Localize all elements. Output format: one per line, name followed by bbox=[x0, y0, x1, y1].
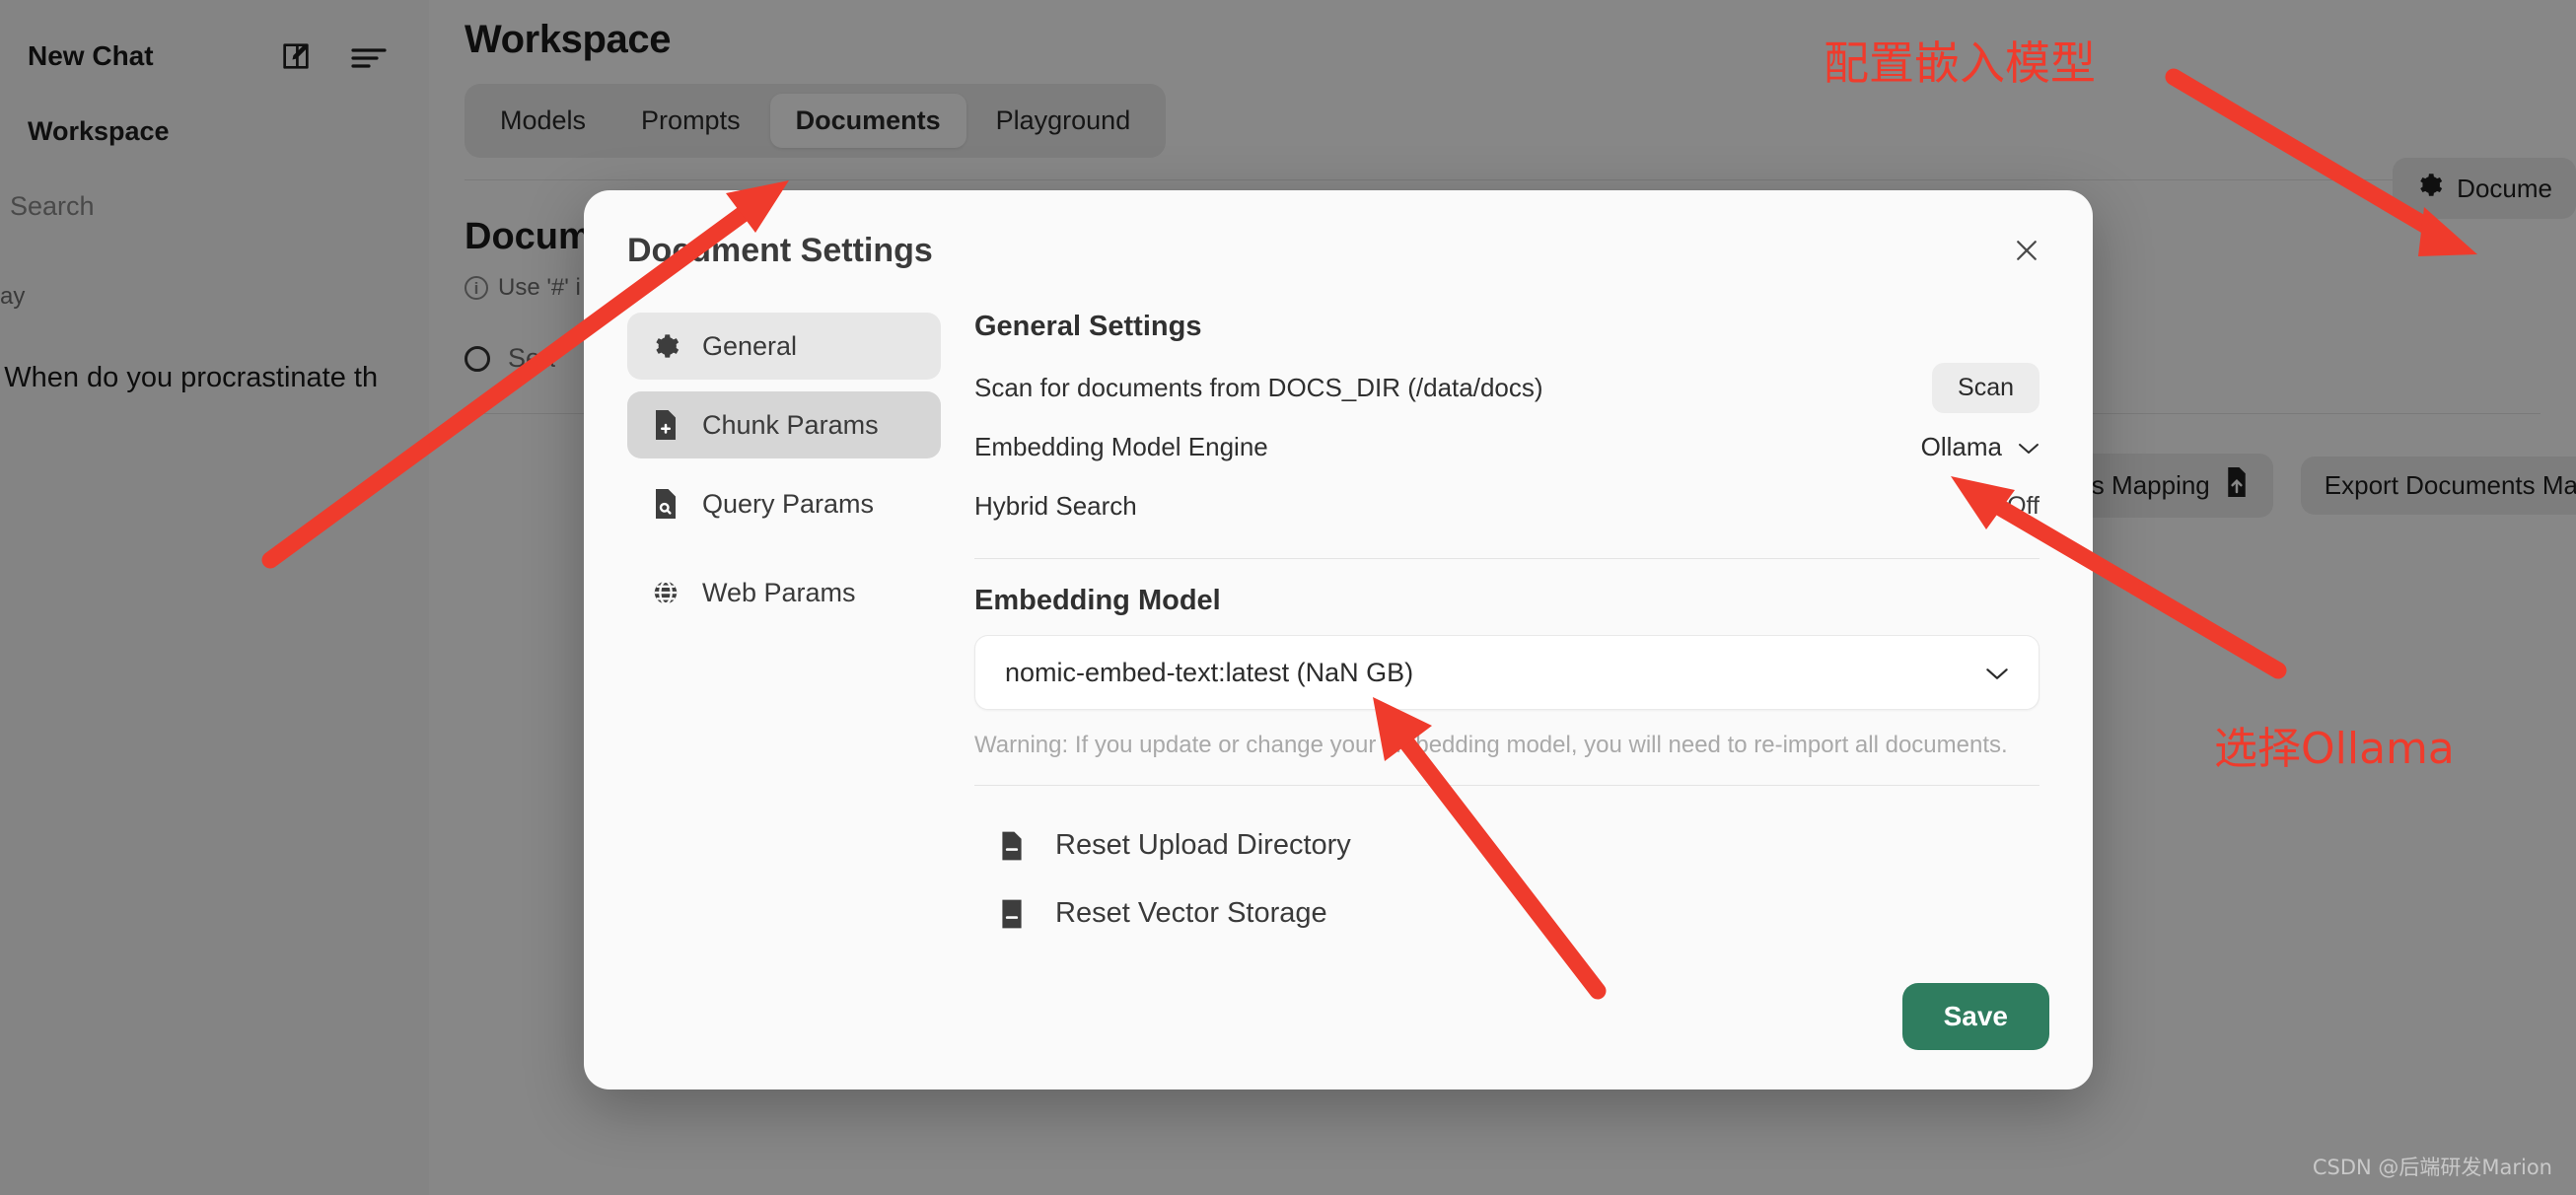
embedding-engine-label: Embedding Model Engine bbox=[974, 432, 1268, 462]
nav-item-general[interactable]: General bbox=[627, 313, 941, 380]
nav-item-chunk-params[interactable]: Chunk Params bbox=[627, 391, 941, 458]
hybrid-search-label: Hybrid Search bbox=[974, 491, 1137, 522]
reset-label: Reset Upload Directory bbox=[1055, 829, 1351, 862]
nav-item-label: General bbox=[702, 331, 797, 362]
screen-root: New Chat bbox=[0, 0, 2576, 1195]
chevron-down-icon bbox=[2018, 432, 2039, 462]
reset-label: Reset Vector Storage bbox=[1055, 897, 1327, 930]
reset-vector-storage-button[interactable]: Reset Vector Storage bbox=[974, 879, 2039, 948]
modal-footer: Save bbox=[584, 983, 2093, 1090]
panel-divider-1 bbox=[974, 558, 2039, 559]
nav-item-label: Web Params bbox=[702, 578, 856, 608]
embedding-engine-row: Embedding Model Engine Ollama bbox=[974, 420, 2039, 473]
close-x-icon[interactable] bbox=[2004, 228, 2049, 273]
embedding-warning-text: Warning: If you update or change your em… bbox=[974, 732, 2039, 759]
modal-body: General Chunk Params bbox=[584, 283, 2093, 983]
save-button[interactable]: Save bbox=[1902, 983, 2049, 1050]
scan-docs-label: Scan for documents from DOCS_DIR (/data/… bbox=[974, 373, 1543, 403]
scan-docs-row: Scan for documents from DOCS_DIR (/data/… bbox=[974, 361, 2039, 414]
file-search-icon bbox=[649, 487, 682, 521]
modal-title: Document Settings bbox=[627, 232, 933, 270]
file-minus-icon bbox=[996, 830, 1028, 862]
embedding-engine-value: Ollama bbox=[1921, 432, 2002, 462]
file-plus-icon bbox=[649, 408, 682, 442]
gear-icon bbox=[649, 329, 682, 363]
watermark: CSDN @后端研发Marion bbox=[2313, 1152, 2552, 1181]
modal-nav: General Chunk Params bbox=[627, 305, 941, 983]
nav-item-label: Chunk Params bbox=[702, 410, 879, 441]
globe-icon bbox=[649, 576, 682, 609]
hybrid-search-toggle[interactable]: Off bbox=[2007, 492, 2039, 521]
reset-actions: Reset Upload Directory Reset Vector Stor… bbox=[974, 811, 2039, 948]
modal-header: Document Settings bbox=[584, 190, 2093, 283]
reset-upload-directory-button[interactable]: Reset Upload Directory bbox=[974, 811, 2039, 879]
scan-button[interactable]: Scan bbox=[1932, 363, 2039, 413]
nav-item-web-params[interactable]: Web Params bbox=[627, 559, 941, 626]
embedding-model-value: nomic-embed-text:latest (NaN GB) bbox=[1005, 658, 1413, 688]
panel-divider-2 bbox=[974, 785, 2039, 786]
nav-item-query-params[interactable]: Query Params bbox=[627, 470, 941, 537]
document-settings-modal: Document Settings General bbox=[584, 190, 2093, 1090]
hybrid-search-row: Hybrid Search Off bbox=[974, 479, 2039, 532]
embedding-engine-select[interactable]: Ollama bbox=[1921, 432, 2039, 462]
embedding-model-title: Embedding Model bbox=[974, 585, 2039, 617]
chevron-down-icon bbox=[1985, 658, 2009, 688]
general-settings-title: General Settings bbox=[974, 311, 2039, 343]
modal-panel: General Settings Scan for documents from… bbox=[974, 305, 2049, 983]
file-solid-minus-icon bbox=[996, 898, 1028, 930]
embedding-model-select[interactable]: nomic-embed-text:latest (NaN GB) bbox=[974, 635, 2039, 710]
nav-item-label: Query Params bbox=[702, 489, 874, 520]
